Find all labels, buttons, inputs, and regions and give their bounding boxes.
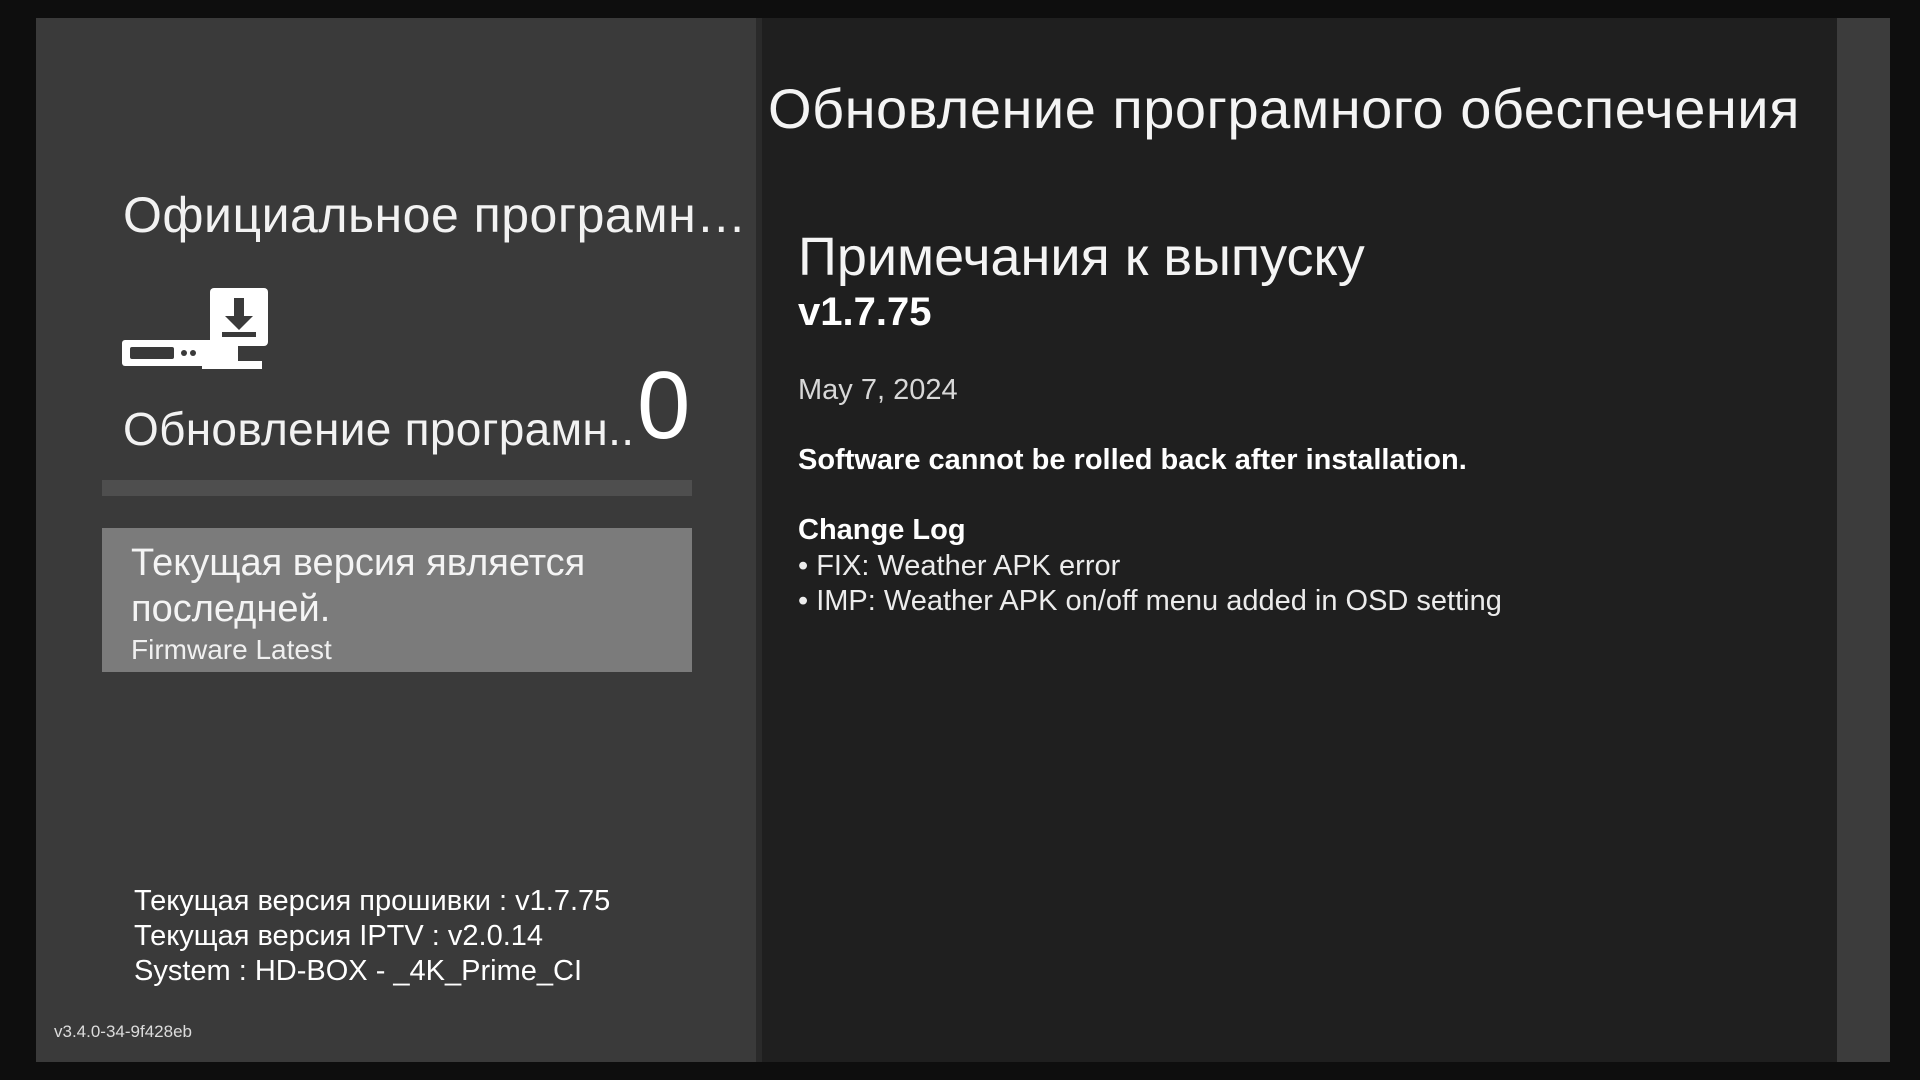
release-version: v1.7.75 — [798, 290, 932, 334]
release-notes-heading: Примечания к выпуску — [798, 227, 1365, 287]
build-version-tag: v3.4.0-34-9f428eb — [54, 1022, 192, 1041]
firmware-version-info: Текущая версия прошивки : v1.7.75 — [134, 885, 611, 917]
status-subtitle: Firmware Latest — [131, 634, 332, 665]
page-title: Обновление програмного обеспечения — [768, 77, 1800, 140]
update-source-panel: Официальное програмно... Обновление прог… — [36, 18, 756, 1062]
update-source-title[interactable]: Официальное програмно... — [123, 186, 756, 244]
release-notes-panel: Обновление програмного обеспечения Приме… — [762, 18, 1837, 1062]
release-date: May 7, 2024 — [798, 374, 958, 406]
list-item: • IMP: Weather APK on/off menu added in … — [798, 585, 1502, 617]
changelog-heading: Change Log — [798, 514, 966, 546]
iptv-version-info: Текущая версия IPTV : v2.0.14 — [134, 920, 544, 952]
update-count: 0 — [637, 352, 691, 459]
list-item: • FIX: Weather APK error — [798, 550, 1121, 582]
system-model-info: System : HD-BOX - _4K_Prime_CI — [134, 955, 582, 987]
update-status-row: Обновление програмн.. 0 — [123, 358, 723, 468]
rollback-warning: Software cannot be rolled back after ins… — [798, 444, 1467, 476]
latest-version-status[interactable]: Текущая версия является последней. Firmw… — [102, 528, 692, 672]
download-progress-bar — [102, 480, 692, 496]
scrollbar-track — [1837, 18, 1890, 1062]
changelog-list: • FIX: Weather APK error • IMP: Weather … — [798, 549, 1502, 619]
status-message: Текущая версия является последней. — [131, 542, 586, 630]
firmware-update-screen: Официальное програмно... Обновление прог… — [36, 18, 1890, 1062]
system-info: Текущая версия прошивки : v1.7.75 Текуща… — [134, 884, 610, 989]
update-label: Обновление програмн.. — [123, 403, 635, 455]
